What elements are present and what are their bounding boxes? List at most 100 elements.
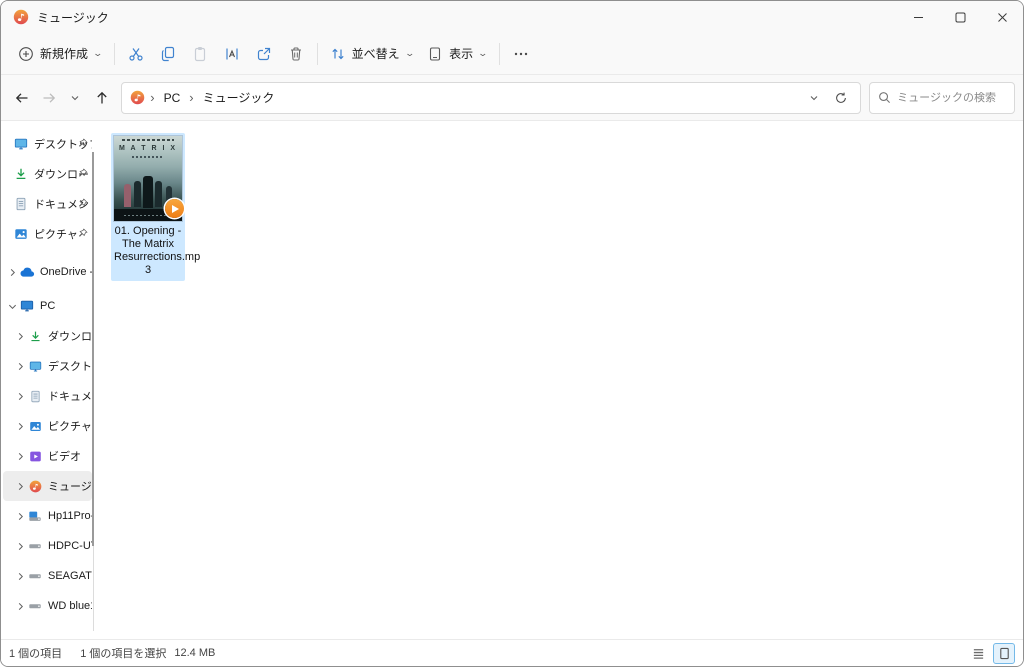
chevron-right-icon[interactable] xyxy=(13,362,27,371)
cut-button[interactable] xyxy=(120,38,152,70)
sidebar-item-drive-wd-blue[interactable]: WD blue1 750g xyxy=(3,591,92,621)
drive-icon xyxy=(27,599,43,613)
sidebar-item-label: デスクトップ xyxy=(48,361,92,373)
desktop-icon xyxy=(27,360,43,373)
address-bar[interactable]: › PC › ミュージック xyxy=(121,81,862,114)
desktop-icon xyxy=(13,137,29,151)
file-name-line: 3 xyxy=(144,264,152,276)
copy-button[interactable] xyxy=(152,38,184,70)
sort-button-label: 並べ替え xyxy=(351,47,400,61)
more-button[interactable] xyxy=(505,38,537,70)
back-icon[interactable] xyxy=(9,83,36,113)
close-icon[interactable] xyxy=(981,1,1023,33)
rename-button[interactable] xyxy=(216,38,248,70)
sidebar-item-onedrive[interactable]: OneDrive - Perso xyxy=(3,257,92,287)
chevron-right-icon[interactable] xyxy=(5,268,19,277)
paste-button[interactable] xyxy=(184,38,216,70)
file-thumbnail[interactable]: M A T R I X xyxy=(114,136,184,221)
sidebar-item-pc-documents[interactable]: ドキュメント xyxy=(3,381,92,411)
play-overlay-icon[interactable] xyxy=(165,199,184,218)
copy-icon xyxy=(160,46,176,62)
chevron-down-icon[interactable] xyxy=(803,93,825,103)
sidebar-item-pc[interactable]: PC xyxy=(3,291,92,321)
share-button[interactable] xyxy=(248,38,280,70)
breadcrumb-music[interactable]: ミュージック xyxy=(199,87,279,108)
sidebar-item-drive-hdpc-ut[interactable]: HDPC-UT (F:) xyxy=(3,531,92,561)
chevron-down-icon: ⌄ xyxy=(404,48,415,58)
view-button-label: 表示 xyxy=(449,47,474,61)
sort-arrows-icon xyxy=(330,46,346,62)
rename-icon xyxy=(224,46,240,62)
view-button[interactable]: 表示 ⌄ xyxy=(420,38,494,70)
pin-icon xyxy=(78,138,88,148)
file-name-line: The Matrix xyxy=(122,238,174,250)
file-list-area[interactable]: M A T R I X 01. Opening - The Matrix Res… xyxy=(94,122,1023,639)
sidebar-item-label: PC xyxy=(40,300,56,312)
sidebar-item-label: OneDrive - Perso xyxy=(40,266,92,278)
breadcrumb-pc[interactable]: PC xyxy=(160,89,185,107)
details-view-icon[interactable] xyxy=(967,643,989,664)
sidebar-item-label: SEAGATE Black xyxy=(48,570,92,582)
title-bar: ミュージック xyxy=(1,1,1023,33)
ellipsis-icon xyxy=(513,46,529,62)
chevron-down-icon[interactable] xyxy=(5,302,19,311)
sidebar-item-pc-desktop[interactable]: デスクトップ xyxy=(3,351,92,381)
chevron-right-icon[interactable] xyxy=(13,512,27,521)
file-name-line: 01. Opening - xyxy=(114,225,182,237)
computer-icon xyxy=(19,299,35,313)
maximize-icon[interactable] xyxy=(939,1,981,33)
file-item-selected[interactable]: M A T R I X 01. Opening - The Matrix Res… xyxy=(111,133,200,281)
poster-figure xyxy=(155,181,162,207)
share-icon xyxy=(256,46,272,62)
sidebar-item-pc-downloads[interactable]: ダウンロード xyxy=(3,321,92,351)
poster-figure xyxy=(134,181,141,207)
chevron-right-icon[interactable] xyxy=(13,482,27,491)
sidebar-item-label: ピクチャ xyxy=(48,421,92,433)
selection-count: 1 個の項目を選択 xyxy=(80,648,167,660)
chevron-right-icon[interactable] xyxy=(13,572,27,581)
toolbar-separator xyxy=(498,42,500,65)
forward-icon[interactable] xyxy=(36,83,63,113)
chevron-right-icon[interactable] xyxy=(13,602,27,611)
documents-icon xyxy=(27,390,43,403)
view-toggles xyxy=(967,642,1015,664)
search-input[interactable] xyxy=(897,91,1007,104)
sidebar-item-drive-hp11pro[interactable]: Hp11Pro-22h2- xyxy=(3,501,92,531)
sort-button[interactable]: 並べ替え ⌄ xyxy=(323,38,421,70)
history-chevron-icon[interactable] xyxy=(62,83,89,113)
videos-icon xyxy=(27,450,43,463)
chevron-down-icon: ⌄ xyxy=(477,48,489,58)
sidebar-item-drive-seagate[interactable]: SEAGATE Black xyxy=(3,561,92,591)
delete-button[interactable] xyxy=(280,38,312,70)
window-controls xyxy=(897,1,1023,33)
minimize-icon[interactable] xyxy=(897,1,939,33)
sidebar-item-downloads-pinned[interactable]: ダウンロード xyxy=(3,159,92,189)
poster-bottom-text-line xyxy=(124,214,166,216)
toolbar-separator xyxy=(316,42,318,65)
chevron-right-icon[interactable] xyxy=(13,332,27,341)
refresh-icon[interactable] xyxy=(830,91,852,105)
address-row: › PC › ミュージック xyxy=(1,75,1023,121)
sidebar-item-label: ビデオ xyxy=(48,451,81,463)
up-icon[interactable] xyxy=(89,83,116,113)
sidebar-item-label: WD blue1 750g xyxy=(48,600,92,612)
sidebar-item-desktop-pinned[interactable]: デスクトップ xyxy=(3,129,92,159)
breadcrumb-separator: › xyxy=(150,90,155,105)
new-button[interactable]: 新規作成 ⌄ xyxy=(11,38,109,70)
pictures-icon xyxy=(13,227,29,241)
sidebar-item-documents-pinned[interactable]: ドキュメント xyxy=(3,189,92,219)
chevron-right-icon[interactable] xyxy=(13,542,27,551)
window-title: ミュージック xyxy=(37,10,109,25)
sidebar-item-pc-videos[interactable]: ビデオ xyxy=(3,441,92,471)
drive-icon xyxy=(27,569,43,583)
chevron-right-icon[interactable] xyxy=(13,452,27,461)
sidebar-item-pc-music[interactable]: ミュージック xyxy=(3,471,92,501)
sidebar-item-pc-pictures[interactable]: ピクチャ xyxy=(3,411,92,441)
chevron-right-icon[interactable] xyxy=(13,392,27,401)
search-box[interactable] xyxy=(869,81,1016,114)
sidebar-item-pictures-pinned[interactable]: ピクチャ xyxy=(3,219,92,249)
chevron-right-icon[interactable] xyxy=(13,422,27,431)
sidebar-item-label: Hp11Pro-22h2- xyxy=(48,510,92,522)
pin-icon xyxy=(78,198,88,208)
large-thumbnail-view-icon[interactable] xyxy=(993,642,1015,664)
